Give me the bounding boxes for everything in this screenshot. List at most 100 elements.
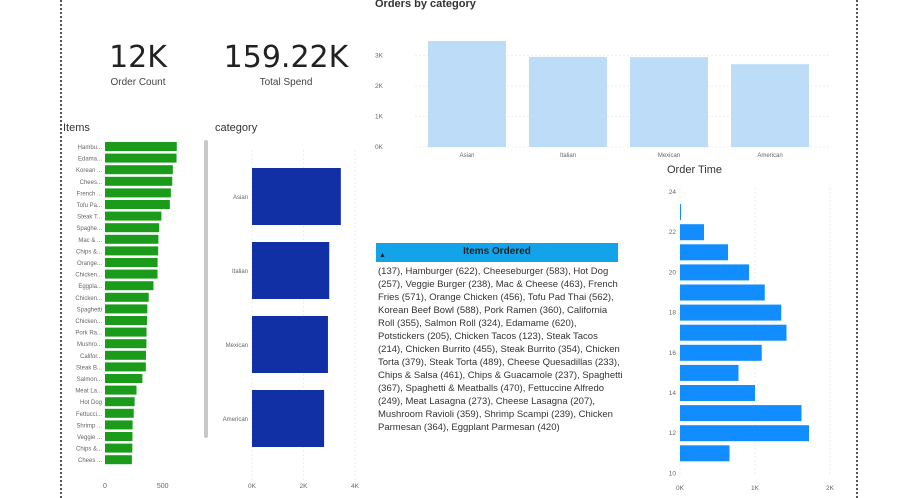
order-time-x-tick: 2K <box>826 485 835 492</box>
items-bar <box>105 432 133 441</box>
category-tick-label: 4K <box>351 483 360 490</box>
order-time-y-tick: 12 <box>669 430 677 437</box>
items-bar <box>105 153 177 163</box>
orders-category-label: American <box>757 153 782 159</box>
items-axis-label: Chips &... <box>76 249 102 255</box>
category-axis-label: American <box>223 417 248 423</box>
items-bar <box>105 304 148 314</box>
items-axis-label: Veggie ... <box>77 435 102 441</box>
items-bar <box>105 200 170 209</box>
order-time-x-tick: 1K <box>751 485 760 492</box>
items-axis-label: French ... <box>77 191 103 197</box>
items-bar <box>105 385 137 395</box>
items-bar <box>105 443 133 453</box>
orders-by-category-chart[interactable]: 0K 1K 2K 3K Asian Italian Mexican American <box>370 10 840 165</box>
orders-category-label: Mexican <box>658 153 680 159</box>
order-time-title: Order Time <box>667 164 723 176</box>
orders-bar <box>428 40 506 147</box>
items-axis-label: Califor... <box>80 354 102 360</box>
order-time-bar <box>680 445 730 462</box>
items-axis-label: Spaghe... <box>76 226 102 232</box>
items-bar <box>105 211 162 221</box>
category-tick-label: 0K <box>248 483 257 490</box>
orders-by-category-title: Orders by category <box>375 0 476 10</box>
category-chart-title: category <box>215 122 258 134</box>
items-axis-label: Chicken... <box>75 273 102 279</box>
items-bar <box>105 142 177 151</box>
category-bar <box>252 316 328 373</box>
items-chart-scrollbar[interactable] <box>204 140 208 438</box>
items-axis-label: Tofu Pa... <box>77 203 103 209</box>
order-time-chart[interactable]: 0K 1K 2K 24 22 20 18 16 14 12 10 <box>660 180 850 498</box>
items-axis-label: Chees... <box>80 180 103 186</box>
right-page-border <box>856 0 858 498</box>
total-spend-label: Total Spend <box>259 77 313 88</box>
order-time-bar <box>680 244 728 261</box>
category-tick-label: 2K <box>300 483 309 490</box>
items-bar <box>105 327 147 337</box>
order-count-value: 12K <box>109 40 167 75</box>
category-axis-label: Asian <box>233 195 248 201</box>
order-time-y-tick: 16 <box>669 350 677 357</box>
items-axis-label: Chips &... <box>76 447 102 453</box>
items-axis-label: Hambu... <box>78 145 103 151</box>
category-bar <box>252 168 341 225</box>
order-time-y-tick: 14 <box>669 390 677 397</box>
items-axis-label: Korean ... <box>76 168 102 174</box>
order-time-bar <box>680 324 787 341</box>
items-axis-label: Mac & ... <box>78 238 102 244</box>
order-time-bar <box>680 264 749 281</box>
items-bar <box>105 188 171 198</box>
items-ordered-header-label: Items Ordered <box>463 246 531 257</box>
items-chart-title: Items <box>63 122 90 134</box>
order-time-y-tick: 10 <box>669 470 677 477</box>
items-bar <box>105 316 147 325</box>
order-time-bar <box>680 385 755 401</box>
order-time-y-tick: 22 <box>669 229 677 236</box>
items-tick-label: 500 <box>157 483 169 490</box>
orders-bar <box>731 64 809 147</box>
items-axis-label: Salmon... <box>77 377 103 383</box>
category-axis-label: Mexican <box>226 343 248 349</box>
items-axis-label: Pork Ra... <box>75 331 102 337</box>
items-ordered-header[interactable]: ▲ Items Ordered <box>376 243 618 262</box>
items-bar <box>105 269 158 279</box>
order-time-bar <box>680 405 802 422</box>
orders-tick-label: 0K <box>375 144 384 151</box>
items-axis-label: Steak T... <box>77 215 102 221</box>
items-axis-label: Spaghetti <box>77 307 102 313</box>
items-axis-label: Edama... <box>78 157 102 163</box>
items-bar <box>105 246 159 256</box>
items-bar <box>105 339 147 349</box>
items-bar <box>105 397 135 407</box>
items-axis-label: Chees ... <box>78 458 102 464</box>
items-bar-chart[interactable]: Hambu... Edama... Korean ... Chees... French… <box>60 138 200 498</box>
items-tick-label: 0 <box>103 483 107 490</box>
category-bar-chart[interactable]: Asian Italian Mexican American 0K 2K 4K <box>210 140 370 498</box>
orders-tick-label: 2K <box>375 83 384 90</box>
orders-bar <box>630 57 708 147</box>
items-bar <box>105 350 146 360</box>
items-bar <box>105 165 173 175</box>
order-time-y-tick: 20 <box>669 269 677 276</box>
orders-tick-label: 1K <box>375 113 384 120</box>
items-bar <box>105 176 173 186</box>
items-bar <box>105 455 132 465</box>
order-time-bar <box>680 344 762 361</box>
items-bar <box>105 258 158 267</box>
order-time-bar <box>680 224 704 241</box>
items-bar <box>105 374 143 383</box>
order-time-bar <box>680 284 765 301</box>
order-time-bar <box>680 304 782 321</box>
orders-category-label: Italian <box>560 153 576 159</box>
category-bar <box>252 242 330 299</box>
items-bar <box>105 408 134 418</box>
items-axis-label: Mushro... <box>77 342 102 348</box>
items-ordered-text: (137), Hamburger (622), Cheeseburger (58… <box>378 266 623 433</box>
order-time-bar <box>680 425 809 442</box>
order-time-y-tick: 24 <box>669 189 677 196</box>
items-axis-label: Steak B... <box>76 365 102 371</box>
items-bar <box>105 223 160 233</box>
items-axis-label: Shrimp ... <box>76 423 102 429</box>
order-time-x-tick: 0K <box>676 485 685 492</box>
